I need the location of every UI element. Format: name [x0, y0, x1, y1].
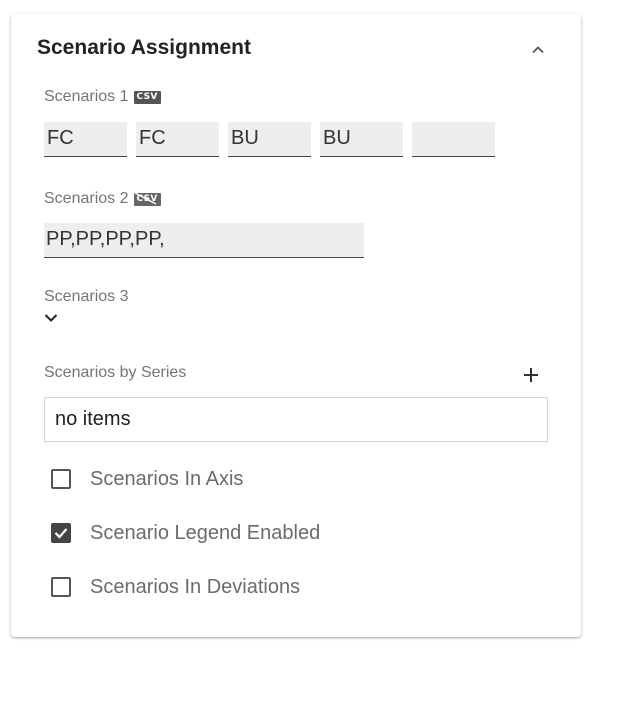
- option-scenario-legend-enabled[interactable]: Scenario Legend Enabled: [51, 521, 320, 545]
- plus-icon: [524, 368, 538, 382]
- add-series-button[interactable]: [517, 361, 545, 389]
- chevron-down-icon: [44, 314, 58, 322]
- scenario1-field-2[interactable]: FC: [136, 122, 219, 157]
- series-list: no items: [44, 397, 548, 442]
- checkbox[interactable]: [51, 577, 71, 597]
- scenarios3-dropdown[interactable]: [44, 310, 64, 326]
- scenarios3-label: Scenarios 3: [44, 288, 129, 305]
- option-scenarios-in-axis[interactable]: Scenarios In Axis: [51, 467, 243, 491]
- option-label: Scenarios In Deviations: [90, 575, 301, 598]
- scenario1-field-1[interactable]: FC: [44, 122, 127, 157]
- scenarios1-label: Scenarios 1 CSV: [44, 88, 161, 106]
- collapse-button[interactable]: [525, 36, 551, 62]
- checkbox[interactable]: [51, 469, 71, 489]
- chevron-up-icon: [532, 45, 544, 53]
- scenario1-field-4[interactable]: BU: [320, 122, 403, 157]
- option-label: Scenarios In Axis: [90, 467, 244, 490]
- series-label: Scenarios by Series: [44, 364, 187, 381]
- option-label: Scenario Legend Enabled: [90, 521, 321, 544]
- scenarios2-label: Scenarios 2CSV: [44, 190, 161, 208]
- csv-disabled-badge[interactable]: CSV: [129, 190, 161, 208]
- panel-title: Scenario Assignment: [37, 36, 251, 59]
- checkmark-icon: [54, 528, 68, 539]
- scenario1-field-3[interactable]: BU: [228, 122, 311, 157]
- scenario1-field-5[interactable]: [412, 122, 495, 157]
- csv-toggle-badge[interactable]: CSV: [133, 91, 161, 104]
- strike-icon: [134, 192, 156, 205]
- option-scenarios-in-deviations[interactable]: Scenarios In Deviations: [51, 575, 300, 599]
- checkbox-checked[interactable]: [51, 523, 71, 543]
- empty-list-text: no items: [55, 408, 131, 430]
- scenarios2-input[interactable]: PP,PP,PP,PP,: [44, 223, 364, 258]
